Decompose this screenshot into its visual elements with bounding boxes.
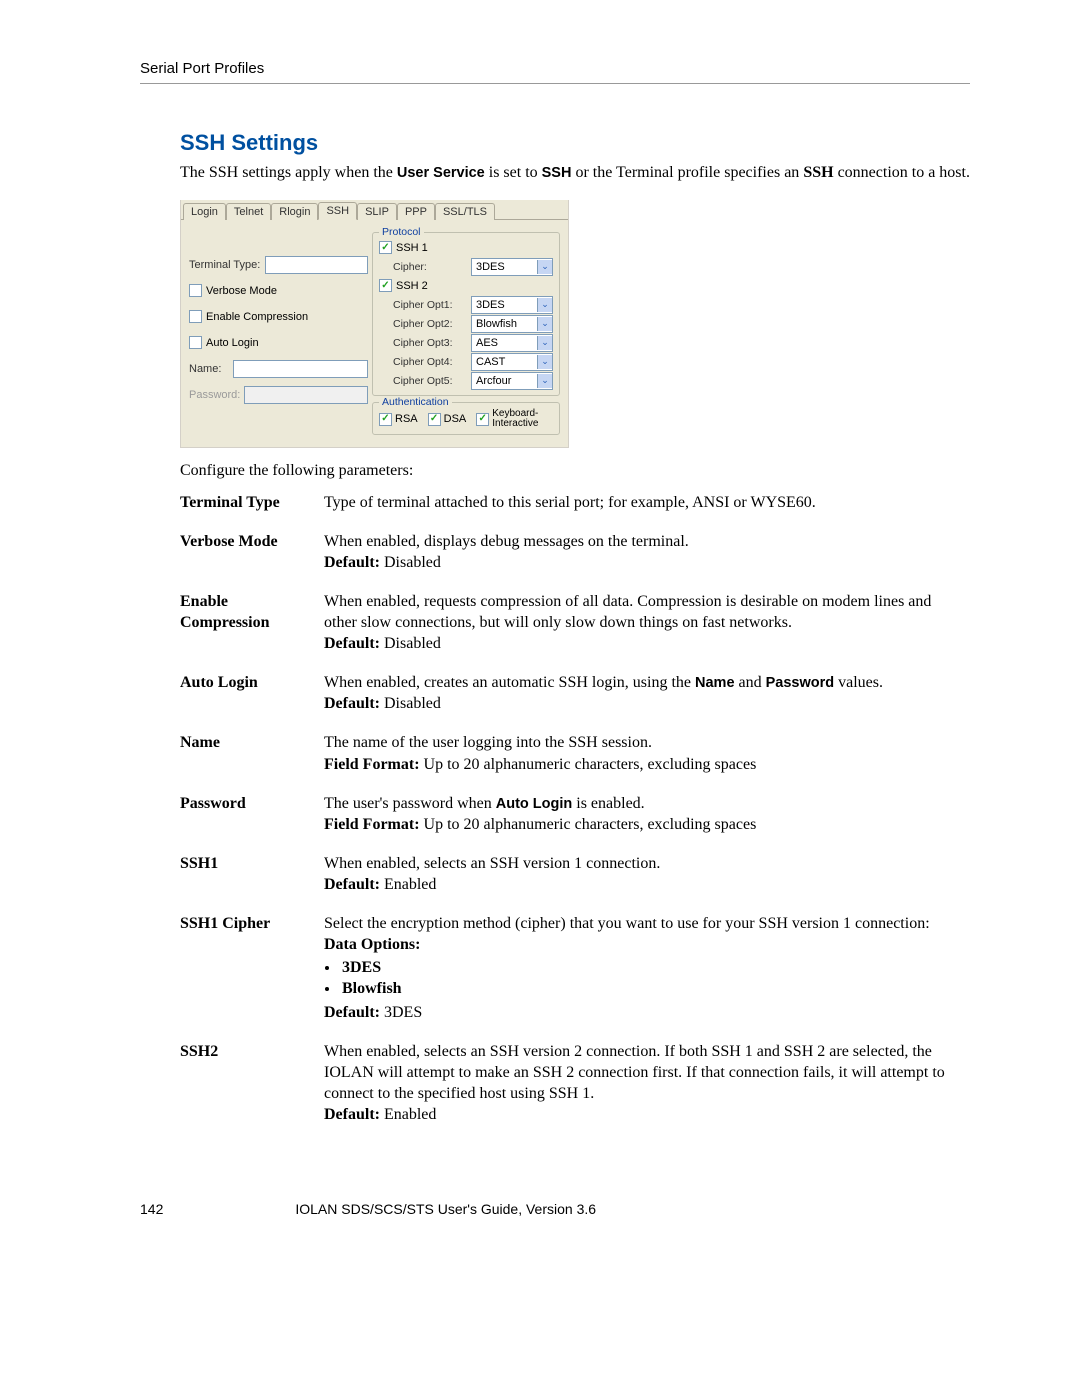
chevron-down-icon: ⌄ [537,336,552,350]
param-desc: Type of terminal attached to this serial… [324,492,970,531]
cipher-opt2-label: Cipher Opt2: [379,318,463,330]
terminal-type-input[interactable] [265,256,368,274]
keyboard-interactive-label: Keyboard-Interactive [492,409,538,430]
cipher-opt3-label: Cipher Opt3: [379,337,463,349]
verbose-mode-checkbox[interactable] [189,284,202,297]
enable-compression-checkbox[interactable] [189,310,202,323]
auto-login-checkbox[interactable] [189,336,202,349]
auto-login-label: Auto Login [206,337,259,349]
page-title: SSH Settings [180,130,970,156]
dsa-checkbox[interactable]: ✓ [428,413,441,426]
cipher-opt4-label: Cipher Opt4: [379,356,463,368]
cipher-opt2-select[interactable]: Blowfish ⌄ [471,315,553,333]
running-header: Serial Port Profiles [140,60,970,84]
param-desc: When enabled, selects an SSH version 1 c… [324,853,970,913]
running-header-text: Serial Port Profiles [140,60,264,77]
enable-compression-label: Enable Compression [206,311,308,323]
tab-login[interactable]: Login [183,203,226,220]
param-desc: When enabled, creates an automatic SSH l… [324,672,970,732]
keyboard-interactive-checkbox[interactable]: ✓ [476,413,489,426]
param-name: Password [180,793,324,853]
param-name: SSH1 [180,853,324,913]
page-footer: 142 IOLAN SDS/SCS/STS User's Guide, Vers… [140,1201,970,1217]
ssh1-checkbox[interactable]: ✓ [379,241,392,254]
ssh1-cipher-label: Cipher: [379,261,463,273]
chevron-down-icon: ⌄ [537,374,552,388]
cipher-opt2-value: Blowfish [476,318,517,330]
cipher-opt5-select[interactable]: Arcfour ⌄ [471,372,553,390]
password-input[interactable] [244,386,368,404]
param-name: Auto Login [180,672,324,732]
password-label: Password: [189,389,240,401]
rsa-checkbox[interactable]: ✓ [379,413,392,426]
intro-text: The SSH settings apply when the User Ser… [180,162,970,184]
tab-ppp[interactable]: PPP [397,203,435,220]
protocol-group: ✓ SSH 1 Cipher: 3DES ⌄ ✓ SSH 2 [372,232,560,396]
cipher-opt3-select[interactable]: AES ⌄ [471,334,553,352]
intro-b1: User Service [397,165,485,181]
rsa-label: RSA [395,413,418,425]
tab-slip[interactable]: SLIP [357,203,397,220]
param-desc: Select the encryption method (cipher) th… [324,913,970,1041]
intro-post2: connection to a host. [834,164,970,181]
param-name: Enable Compression [180,591,324,672]
dsa-label: DSA [444,413,467,425]
param-desc: When enabled, selects an SSH version 2 c… [324,1041,970,1143]
name-input[interactable] [233,360,368,378]
intro-b3: SSH [803,164,833,181]
params-table: Terminal Type Type of terminal attached … [180,492,970,1144]
tab-rlogin[interactable]: Rlogin [271,203,318,220]
cipher-opt1-label: Cipher Opt1: [379,299,463,311]
page-number: 142 [140,1201,163,1217]
param-name: SSH2 [180,1041,324,1143]
intro-mid: is set to [485,164,542,181]
ssh2-checkbox[interactable]: ✓ [379,279,392,292]
param-desc: The user's password when Auto Login is e… [324,793,970,853]
ssh1-label: SSH 1 [396,242,428,254]
param-name: SSH1 Cipher [180,913,324,1041]
chevron-down-icon: ⌄ [537,355,552,369]
param-desc: The name of the user logging into the SS… [324,732,970,792]
cipher-opt4-select[interactable]: CAST ⌄ [471,353,553,371]
param-desc: When enabled, displays debug messages on… [324,531,970,591]
param-desc: When enabled, requests compression of al… [324,591,970,672]
verbose-mode-label: Verbose Mode [206,285,277,297]
intro-b2: SSH [542,165,572,181]
intro-post1: or the Terminal profile specifies an [571,164,803,181]
param-name: Verbose Mode [180,531,324,591]
intro-pre: The SSH settings apply when the [180,164,397,181]
cipher-opt1-select[interactable]: 3DES ⌄ [471,296,553,314]
cipher-opt5-label: Cipher Opt5: [379,375,463,387]
param-name: Terminal Type [180,492,324,531]
authentication-group: ✓ RSA ✓ DSA ✓ Keyboard-Interactive [372,402,560,435]
cipher-opt4-value: CAST [476,356,505,368]
cipher-opt3-value: AES [476,337,498,349]
ssh1-cipher-select[interactable]: 3DES ⌄ [471,258,553,276]
cipher-opt5-value: Arcfour [476,375,511,387]
name-label: Name: [189,363,229,375]
ssh2-label: SSH 2 [396,280,428,292]
tab-ssh[interactable]: SSH [318,202,357,220]
chevron-down-icon: ⌄ [537,260,552,274]
params-lead: Configure the following parameters: [180,462,970,480]
ssh1-cipher-value: 3DES [476,261,505,273]
tab-telnet[interactable]: Telnet [226,203,271,220]
param-name: Name [180,732,324,792]
ssh-settings-panel: Login Telnet Rlogin SSH SLIP PPP SSL/TLS… [180,200,569,448]
footer-book-title: IOLAN SDS/SCS/STS User's Guide, Version … [293,1201,970,1217]
chevron-down-icon: ⌄ [537,317,552,331]
terminal-type-label: Terminal Type: [189,259,261,271]
cipher-opt1-value: 3DES [476,299,505,311]
chevron-down-icon: ⌄ [537,298,552,312]
tab-ssl-tls[interactable]: SSL/TLS [435,203,495,220]
tabstrip: Login Telnet Rlogin SSH SLIP PPP SSL/TLS [181,200,568,220]
